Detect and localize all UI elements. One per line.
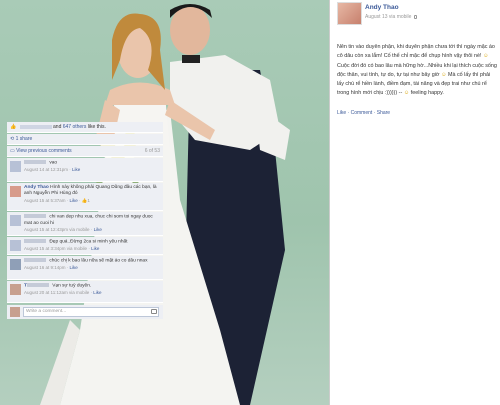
comment-item: chi van dep nhu xua, chuc chi som toi ng… [7,212,163,236]
comment-text: Vạn sự tuỳ duyên. [52,283,92,289]
comment-like-link[interactable]: Like [72,167,80,172]
comment-time[interactable]: August 15 at 12:43pm [24,227,68,232]
post-status: Nên tin vào duyên phận, khi duyên phận c… [337,43,497,99]
likes-bar: 👍 and 647 others like this. [7,122,163,133]
comment-item: vao August 14 at 12:31pm · Like [7,158,163,182]
comment-meta: August 15 at 5:37am · Like · 👍1 [24,197,90,203]
feeling-icon: ☺ [403,90,410,97]
smiley-icon: ☺ [482,53,489,60]
comment-meta: August 15 at 12:43pm via mobile · Like [24,226,102,232]
comment-like-link[interactable]: Like [70,198,78,203]
author-avatar[interactable] [337,2,362,25]
comment-meta: August 15 at 3:34pm via mobile · Like [24,245,100,251]
comment-text: vao [49,160,58,166]
comment-body: Andy Thao Hình này không phải Quang Dũng… [24,185,160,205]
commenter-avatar[interactable] [10,186,21,197]
comment-time[interactable]: August 14 at 12:31pm [24,167,68,172]
liker-names[interactable] [19,124,52,129]
comment-item: chúc chị k bao lâu nữa sẽ mặt áo co dâu … [7,256,163,280]
comment-item: Đẹp quá..Đừng 2ca si minh yêu nhất Augus… [7,237,163,255]
comment-meta: August 20 at 11:12am via mobile · Like [24,289,102,295]
comment-meta: August 16 at 9:14pm · Like [24,264,78,270]
commenter-avatar[interactable] [10,284,21,295]
commenter-avatar[interactable] [10,259,21,270]
author-name[interactable]: Andy Thao [365,4,399,11]
comment-like-count[interactable]: 1 [87,198,90,203]
like-thumb-icon: 👍 [10,124,17,130]
post-date[interactable]: August 13 [365,14,388,20]
comment-body: vao August 14 at 12:31pm · Like [24,160,160,174]
current-user-avatar [10,307,20,317]
comment-count: 6 of 53 [144,148,160,154]
commenter-name[interactable] [24,258,46,262]
comment-text: Đẹp quá..Đừng 2ca si minh yêu nhất [49,239,128,245]
comment-bubble-icon: ▭ [10,148,15,154]
commenter-name[interactable] [24,214,46,218]
likes-suffix: like this. [87,124,106,130]
comment-like-link[interactable]: Like [94,227,102,232]
comment-input[interactable]: Write a comment... [23,307,159,317]
comment-time[interactable]: August 15 at 3:34pm [24,246,66,251]
commenter-avatar[interactable] [10,215,21,226]
comment-body: chi van dep nhu xua, chuc chi som toi ng… [24,214,160,234]
comment-text: chúc chị k bao lâu nữa sẽ mặt áo co dâu … [49,258,148,264]
commenter-name[interactable] [24,160,46,164]
comment-like-link[interactable]: Like [91,246,99,251]
mobile-icon [413,14,417,19]
likes-others-link[interactable]: 647 others [63,124,87,130]
comment-body: Đẹp quá..Đừng 2ca si minh yêu nhất Augus… [24,239,160,253]
comment-meta: August 14 at 12:31pm · Like [24,166,81,172]
comment-body: T Vạn sự tuỳ duyên. August 20 at 11:12am… [24,283,160,297]
post-via: via mobile [388,14,412,20]
commenter-avatar[interactable] [10,161,21,172]
comment-item: Andy Thao Hình này không phải Quang Dũng… [7,183,163,211]
view-previous-bar: ▭ View previous comments 6 of 53 [7,146,163,157]
comment-time[interactable]: August 15 at 5:37am [24,198,66,203]
smiley-icon-2: ☺ [440,71,447,78]
status-text: Nên tin vào duyên phận, khi duyên phận c… [337,44,495,60]
camera-icon[interactable] [151,309,157,314]
share-icon: ⟲ [10,136,15,142]
comment-item: T Vạn sự tuỳ duyên. August 20 at 11:12am… [7,281,163,303]
write-comment-box: Write a comment... [7,305,163,319]
commenter-name-hidden[interactable] [26,283,49,287]
commenter-avatar[interactable] [10,240,21,251]
comment-via: via mobile [68,289,90,295]
comment-via: via mobile [69,226,90,232]
comment-time[interactable]: August 16 at 9:14pm [24,265,66,270]
post-actions[interactable]: Like · Comment · Share [337,110,390,116]
comment-time[interactable]: August 20 at 11:12am [24,290,68,295]
view-previous-link[interactable]: View previous comments [16,148,72,154]
comment-via: via mobile [66,245,88,251]
comment-body: chúc chị k bao lâu nữa sẽ mặt áo co dâu … [24,258,160,272]
post-panel: Andy Thao August 13 via mobile Nên tin v… [329,0,500,405]
feeling-text: feeling happy. [410,90,444,97]
comment-like-link[interactable]: Like [70,265,78,270]
comment-like-link[interactable]: Like [93,290,101,295]
post-meta: August 13 via mobile [365,14,417,20]
commenter-name[interactable] [24,239,46,243]
shares-bar[interactable]: ⟲ 1 share [7,134,163,145]
commenter-name[interactable]: Andy Thao [24,185,49,190]
shares-link[interactable]: 1 share [16,136,33,142]
